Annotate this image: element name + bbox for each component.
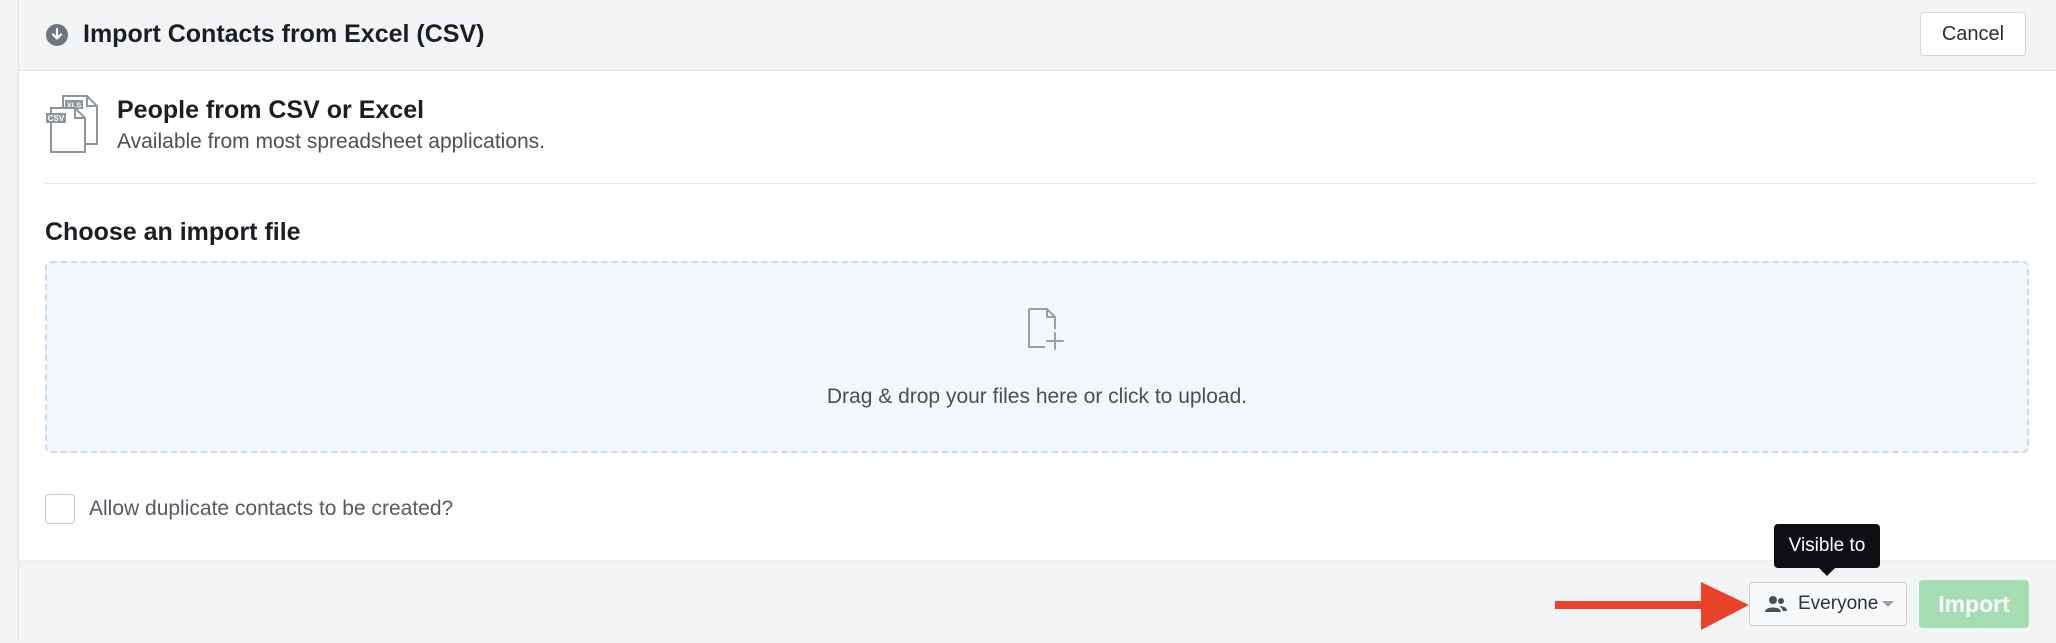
source-description: Available from most spreadsheet applicat… xyxy=(117,130,546,153)
allow-duplicates-label[interactable]: Allow duplicate contacts to be created? xyxy=(89,497,453,521)
cancel-button[interactable]: Cancel xyxy=(1920,12,2026,56)
allow-duplicates-checkbox[interactable] xyxy=(45,494,75,524)
visibility-tooltip: Visible to xyxy=(1774,524,1880,576)
annotation-arrow-icon xyxy=(1555,582,1749,630)
visibility-dropdown[interactable]: Everyone xyxy=(1749,582,1907,626)
import-button[interactable]: Import xyxy=(1919,580,2029,628)
visibility-value: Everyone xyxy=(1798,593,1879,614)
import-source: XLS CSV People from CSV or Excel Availab… xyxy=(45,92,2035,184)
download-circle-icon xyxy=(46,24,68,46)
modal-title: Import Contacts from Excel (CSV) xyxy=(83,20,485,48)
source-title: People from CSV or Excel xyxy=(117,96,425,124)
section-title: Choose an import file xyxy=(45,218,301,246)
allow-duplicates-option: Allow duplicate contacts to be created? xyxy=(45,493,453,525)
file-dropzone[interactable]: Drag & drop your files here or click to … xyxy=(45,261,2029,453)
csv-icon-label: CSV xyxy=(48,114,65,123)
csv-xls-file-icon: XLS CSV xyxy=(46,95,98,153)
import-modal: Import Contacts from Excel (CSV) Cancel … xyxy=(18,0,2056,643)
dropzone-text: Drag & drop your files here or click to … xyxy=(826,385,1248,408)
modal-header: Import Contacts from Excel (CSV) Cancel xyxy=(19,0,2056,71)
file-add-icon xyxy=(1028,308,1064,350)
caret-down-icon xyxy=(1882,601,1894,607)
people-icon xyxy=(1765,596,1787,612)
